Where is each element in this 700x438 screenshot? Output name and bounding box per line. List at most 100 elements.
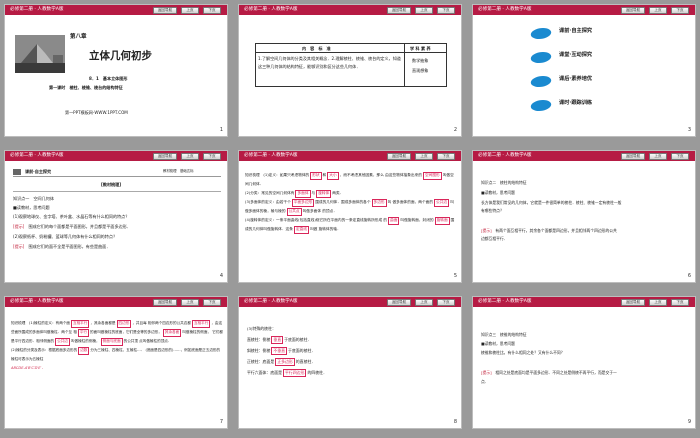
- nav-next-button[interactable]: 下页: [437, 299, 455, 306]
- nav-prev-button[interactable]: 上页: [649, 299, 667, 306]
- text-line: 棱锥和棱柱比，有什么相同之处？又有什么不同？: [481, 350, 565, 355]
- hint-line: [提示] 围成它们的每个面都是平面图形，并且都是平面多边形．: [13, 224, 131, 229]
- slide-thumbnail-3[interactable]: 必修第二册 · 人教数学A版 返回导航 上页 下页 课前·自主探究 课堂·互动探…: [472, 4, 696, 137]
- section-title: 8．1 基本立体图形: [89, 76, 128, 81]
- cover-title: 立体几何初步: [89, 50, 152, 62]
- blue-shape-icon: [528, 52, 554, 63]
- slide-thumbnail-7[interactable]: 必修第二册 · 人教数学A版 返回导航 上页 下页 知识梳理 (1)棱柱的定义：…: [4, 296, 228, 429]
- chapter-label: 第八章: [70, 34, 87, 40]
- slide-thumbnail-9[interactable]: 必修第二册 · 人教数学A版 返回导航 上页 下页 知识点三 棱锥的结构特征 ■…: [472, 296, 696, 429]
- table-header-standard: 内 容 标 准: [302, 46, 331, 51]
- menu-item-preclass[interactable]: 课前·自主探究: [528, 25, 651, 43]
- text-line: 知识点三 棱锥的结构特征: [481, 332, 527, 337]
- nav-next-button[interactable]: 下页: [671, 7, 689, 14]
- special-prisms-list: (3)特殊的棱柱： 直棱柱：侧棱 垂直 于底面的棱柱． 斜棱柱：侧棱 不垂直 于底面的棱…: [247, 326, 327, 377]
- slide-thumbnail-8[interactable]: 必修第二册 · 人教数学A版 返回导航 上页 下页 (3)特殊的棱柱： 直棱柱：…: [238, 296, 462, 429]
- nav-prev-button[interactable]: 上页: [649, 7, 667, 14]
- header-title: 必修第二册 · 人教数学A版: [10, 7, 64, 12]
- nav-prev-button[interactable]: 上页: [181, 299, 199, 306]
- nav-back-button[interactable]: 返回导航: [387, 299, 411, 306]
- nav-back-button[interactable]: 返回导航: [153, 299, 177, 306]
- standards-table: 内 容 标 准 学 科 素 养 1.了解空间几何体的分类及其相关概念．2.理解棱…: [255, 43, 447, 87]
- section-sublabel: 教材梳理 基础达标: [163, 169, 194, 173]
- nav-next-button[interactable]: 下页: [437, 7, 455, 14]
- slide-number: 6: [687, 273, 691, 279]
- hint-line: [提示] 相同之处是底面均是平面多边形．不同之处是侧棱不再平行，而是交于一: [481, 370, 617, 375]
- header-title: 必修第二册 · 人教数学A版: [244, 299, 298, 304]
- nav-next-button[interactable]: 下页: [671, 153, 689, 160]
- slide-number: 1: [219, 127, 223, 133]
- nav-back-button[interactable]: 返回导航: [621, 299, 645, 306]
- text-line: (1)观察地球仪、金字塔、茶叶盒、水晶石等有什么相同的特点？: [13, 214, 130, 219]
- nav-prev-button[interactable]: 上页: [649, 153, 667, 160]
- header-title: 必修第二册 · 人教数学A版: [478, 299, 532, 304]
- menu-item-inclass[interactable]: 课堂·互动探究: [528, 49, 651, 67]
- definition-paragraph: 知识梳理 (1)定义：如果只考虑物体的 形状和大小 ，而不考虑其他因素，那么 由这些…: [245, 171, 457, 234]
- slide-number: 5: [453, 273, 457, 279]
- slide-thumbnail-6[interactable]: 必修第二册 · 人教数学A版 返回导航 上页 下页 知识点二 棱柱的结构特征 ■…: [472, 150, 696, 283]
- subsection-title: [教材梳理]: [101, 182, 122, 187]
- nav-back-button[interactable]: 返回导航: [153, 7, 177, 14]
- footer-text: 第一PPT模板网-WWW.1PPT.COM: [65, 110, 128, 115]
- blue-shape-icon: [528, 100, 554, 111]
- header-title: 必修第二册 · 人教数学A版: [478, 153, 532, 158]
- nav-next-button[interactable]: 下页: [203, 7, 221, 14]
- slide-thumbnail-4[interactable]: 必修第二册 · 人教数学A版 返回导航 上页 下页 课前·自主探究 教材梳理 基…: [4, 150, 228, 283]
- nav-prev-button[interactable]: 上页: [181, 7, 199, 14]
- nav-back-button[interactable]: 返回导航: [387, 7, 411, 14]
- header-title: 必修第二册 · 人教数学A版: [244, 153, 298, 158]
- header-title: 必修第二册 · 人教数学A版: [478, 7, 532, 12]
- blue-shape-icon: [528, 76, 554, 87]
- text-line: ■读教材，思考问题: [481, 341, 515, 346]
- header-title: 必修第二册 · 人教数学A版: [10, 153, 64, 158]
- nav-prev-button[interactable]: 上页: [415, 7, 433, 14]
- nav-back-button[interactable]: 返回导航: [153, 153, 177, 160]
- text-line: 知识点一 空间几何体: [13, 196, 54, 201]
- nav-next-button[interactable]: 下页: [437, 153, 455, 160]
- nav-back-button[interactable]: 返回导航: [387, 153, 411, 160]
- slide-number: 4: [219, 273, 223, 279]
- nav-next-button[interactable]: 下页: [671, 299, 689, 306]
- nav-next-button[interactable]: 下页: [203, 153, 221, 160]
- slide-number: 8: [453, 419, 457, 425]
- menu-item-label: 课前·自主探究: [559, 28, 593, 34]
- menu-item-afterclass[interactable]: 课后·素养培优: [528, 73, 651, 91]
- header-title: 必修第二册 · 人教数学A版: [244, 7, 298, 12]
- text-line: 知识点二 棱柱的结构特征: [481, 180, 527, 185]
- menu-item-label: 课后·素养培优: [559, 76, 593, 82]
- menu-item-practice[interactable]: 课时·跟踪训练: [528, 97, 651, 115]
- slide-thumbnail-5[interactable]: 必修第二册 · 人教数学A版 返回导航 上页 下页 知识梳理 (1)定义：如果只…: [238, 150, 462, 283]
- slide-number: 7: [219, 419, 223, 425]
- slide-thumbnail-2[interactable]: 必修第二册 · 人教数学A版 返回导航 上页 下页 内 容 标 准 学 科 素 …: [238, 4, 462, 137]
- text-line: 有哪些特点？: [481, 208, 504, 213]
- nav-prev-button[interactable]: 上页: [181, 153, 199, 160]
- slide-thumbnail-1[interactable]: 必修第二册 · 人教数学A版 返回导航 上页 下页 第八章 立体几何初步 8．1…: [4, 4, 228, 137]
- slide-number: 3: [687, 127, 691, 133]
- table-side-1: 数学抽象: [412, 58, 429, 63]
- nav-prev-button[interactable]: 上页: [415, 153, 433, 160]
- blue-shape-icon: [528, 28, 554, 39]
- prism-definition-paragraph: 知识梳理 (1)棱柱的定义：有两个面 互相平行 ，其余各面都是 四边形 ，并且每 相邻两…: [11, 320, 223, 370]
- cover-photo-image: [15, 35, 65, 73]
- menu-item-label: 课堂·互动探究: [559, 52, 593, 58]
- hint-line: 点．: [481, 379, 489, 384]
- section-label: 课前·自主探究: [25, 169, 52, 174]
- nav-back-button[interactable]: 返回导航: [621, 153, 645, 160]
- nav-prev-button[interactable]: 上页: [415, 299, 433, 306]
- text-line: ■读教材，思考问题: [13, 205, 50, 210]
- table-body: 1.了解空间几何体的分类及其相关概念．2.理解棱柱、棱锥、棱台的定义，知道这三种…: [258, 56, 401, 69]
- text-line: ■读教材，思考问题: [481, 190, 515, 195]
- text-line: (2)观察纸杯、奶粉罐、篮球等几何体有什么相同的特点？: [13, 234, 118, 239]
- hint-line: [提示] 围成它们的面不全是平面图形，有些是曲面．: [13, 244, 111, 249]
- lesson-title: 第一课时 棱柱、棱锥、棱台的结构特征: [49, 85, 123, 90]
- table-header-literacy: 学 科 素 养: [410, 46, 431, 51]
- nav-next-button[interactable]: 下页: [203, 299, 221, 306]
- nav-back-button[interactable]: 返回导航: [621, 7, 645, 14]
- gray-block-icon: [13, 169, 21, 175]
- slide-number: 9: [687, 419, 691, 425]
- hint-line: 边都互相平行．: [481, 236, 508, 241]
- table-side-2: 直观想象: [412, 68, 429, 73]
- section-banner: 课前·自主探究 教材梳理 基础达标: [13, 167, 221, 177]
- slide-number: 2: [453, 127, 457, 133]
- menu-item-label: 课时·跟踪训练: [559, 100, 593, 106]
